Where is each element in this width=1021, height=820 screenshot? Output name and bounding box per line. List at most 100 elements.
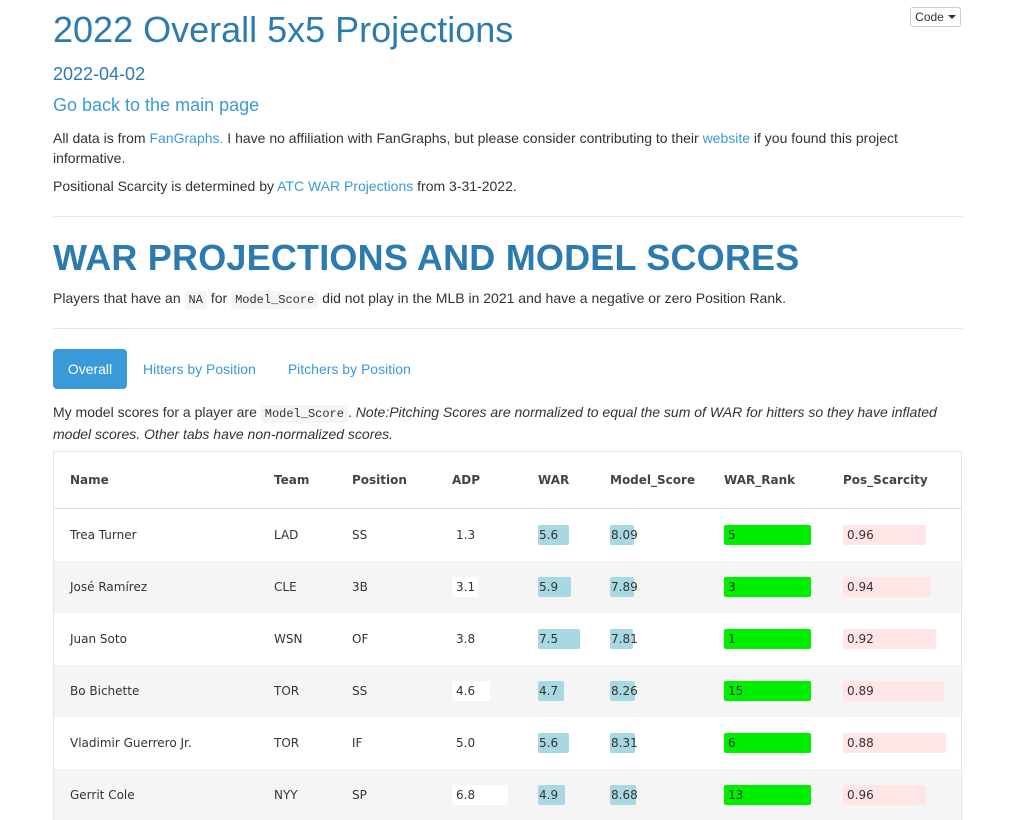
code-dropdown-button[interactable]: Code: [910, 7, 961, 27]
website-link[interactable]: website: [703, 130, 750, 146]
player-team: LAD: [274, 528, 299, 542]
table-row: José Ramírez CLE 3B 3.1 5.9 7.89 3 0.94: [54, 561, 961, 613]
war-value: 5.6: [539, 528, 559, 542]
player-team: WSN: [274, 632, 303, 646]
war-value: 4.9: [539, 788, 559, 802]
model-note-text-b: .: [347, 404, 356, 420]
model-score-cell: 8.31: [610, 717, 724, 769]
adp-value: 4.6: [456, 684, 476, 698]
war-rank-value: 15: [728, 684, 744, 698]
table-row: Trea Turner LAD SS 1.3 5.6 8.09 5 0.96: [54, 509, 961, 562]
pos-scarcity-value: 0.88: [847, 736, 874, 750]
player-name: Vladimir Guerrero Jr.: [70, 736, 192, 750]
pos-scarcity-value: 0.92: [847, 632, 874, 646]
projections-table: Name Team Position ADP WAR Model_Score W…: [54, 452, 961, 820]
war-rank-cell: 3: [724, 561, 843, 613]
column-header-model-score[interactable]: Model_Score: [610, 452, 724, 509]
intro-text-b: I have no affiliation with FanGraphs, bu…: [223, 130, 703, 146]
column-header-name[interactable]: Name: [54, 452, 274, 509]
fangraphs-link[interactable]: FanGraphs.: [149, 130, 223, 146]
tab-bar: Overall Hitters by Position Pitchers by …: [53, 349, 427, 389]
war-cell: 5.9: [538, 561, 610, 613]
na-note-text-c: did not play in the MLB in 2021 and have…: [318, 290, 787, 306]
table-row: Juan Soto WSN OF 3.8 7.5 7.81 1 0.92: [54, 613, 961, 665]
na-note-text-a: Players that have an: [53, 290, 185, 306]
adp-value: 3.8: [456, 632, 476, 646]
player-position: SS: [352, 528, 368, 542]
model-score-value: 8.31: [611, 736, 638, 750]
table-body: Trea Turner LAD SS 1.3 5.6 8.09 5 0.96 José Ramí…: [54, 509, 961, 820]
war-cell: 5.6: [538, 509, 610, 562]
tab-pitchers-by-position[interactable]: Pitchers by Position: [272, 349, 427, 389]
war-rank-value: 5: [728, 528, 736, 542]
war-rank-cell: 13: [724, 769, 843, 820]
table-row: Bo Bichette TOR SS 4.6 4.7 8.26 15 0.89: [54, 665, 961, 717]
adp-value: 3.1: [456, 580, 476, 594]
scarcity-text-b: from 3-31-2022.: [413, 178, 517, 194]
column-header-war-rank[interactable]: WAR_Rank: [724, 452, 843, 509]
player-position: IF: [352, 736, 363, 750]
player-team: TOR: [274, 736, 300, 750]
player-position: SS: [352, 684, 368, 698]
code-button-label: Code: [915, 10, 944, 24]
pos-scarcity-value: 0.89: [847, 684, 874, 698]
pos-scarcity-cell: 0.96: [843, 769, 961, 820]
adp-cell: 1.3: [452, 509, 538, 562]
model-score-cell: 7.81: [610, 613, 724, 665]
war-rank-cell: 6: [724, 717, 843, 769]
pos-scarcity-value: 0.96: [847, 528, 874, 542]
war-value: 5.9: [539, 580, 559, 594]
caret-down-icon: [947, 15, 956, 19]
war-rank-bar: [724, 733, 811, 753]
player-position: OF: [352, 632, 369, 646]
war-value: 5.6: [539, 736, 559, 750]
war-cell: 4.7: [538, 665, 610, 717]
column-header-pos-scarcity[interactable]: Pos_Scarcity: [843, 452, 961, 509]
column-header-war[interactable]: WAR: [538, 452, 610, 509]
scarcity-text-a: Positional Scarcity is determined by: [53, 178, 278, 194]
model-score-cell: 8.09: [610, 509, 724, 562]
model-score-value: 8.09: [611, 528, 638, 542]
war-rank-value: 13: [728, 788, 744, 802]
adp-cell: 5.0: [452, 717, 538, 769]
adp-value: 6.8: [456, 788, 476, 802]
war-rank-value: 1: [728, 632, 736, 646]
pos-scarcity-cell: 0.92: [843, 613, 961, 665]
model-score-value: 7.89: [611, 580, 638, 594]
column-header-adp[interactable]: ADP: [452, 452, 538, 509]
war-cell: 7.5: [538, 613, 610, 665]
column-header-team[interactable]: Team: [274, 452, 352, 509]
section-heading: WAR PROJECTIONS AND MODEL SCORES: [53, 237, 800, 278]
adp-cell: 4.6: [452, 665, 538, 717]
war-rank-value: 6: [728, 736, 736, 750]
player-team: TOR: [274, 684, 300, 698]
divider: [53, 328, 963, 329]
model-score-value: 7.81: [611, 632, 638, 646]
model-score-cell: 8.26: [610, 665, 724, 717]
player-team: NYY: [274, 788, 298, 802]
tab-hitters-by-position[interactable]: Hitters by Position: [127, 349, 272, 389]
na-note-text-b: for: [206, 290, 232, 306]
war-rank-bar: [724, 577, 811, 597]
player-position: SP: [352, 788, 367, 802]
player-position: 3B: [352, 580, 368, 594]
model-note-code: Model_Score: [260, 405, 348, 423]
column-header-position[interactable]: Position: [352, 452, 452, 509]
atc-war-link[interactable]: ATC WAR Projections: [277, 178, 413, 194]
player-team: CLE: [274, 580, 297, 594]
na-code: NA: [184, 291, 207, 309]
war-cell: 5.6: [538, 717, 610, 769]
back-to-main-link[interactable]: Go back to the main page: [53, 95, 259, 116]
war-rank-value: 3: [728, 580, 736, 594]
na-note: Players that have an NA for Model_Score …: [53, 290, 787, 309]
pos-scarcity-cell: 0.88: [843, 717, 961, 769]
pos-scarcity-value: 0.96: [847, 788, 874, 802]
pos-scarcity-value: 0.94: [847, 580, 874, 594]
tab-overall[interactable]: Overall: [53, 349, 127, 389]
player-name: Trea Turner: [70, 528, 137, 542]
page-date: 2022-04-02: [53, 64, 146, 84]
war-rank-cell: 1: [724, 613, 843, 665]
intro-text-a: All data is from: [53, 130, 150, 146]
war-value: 7.5: [539, 632, 559, 646]
war-cell: 4.9: [538, 769, 610, 820]
